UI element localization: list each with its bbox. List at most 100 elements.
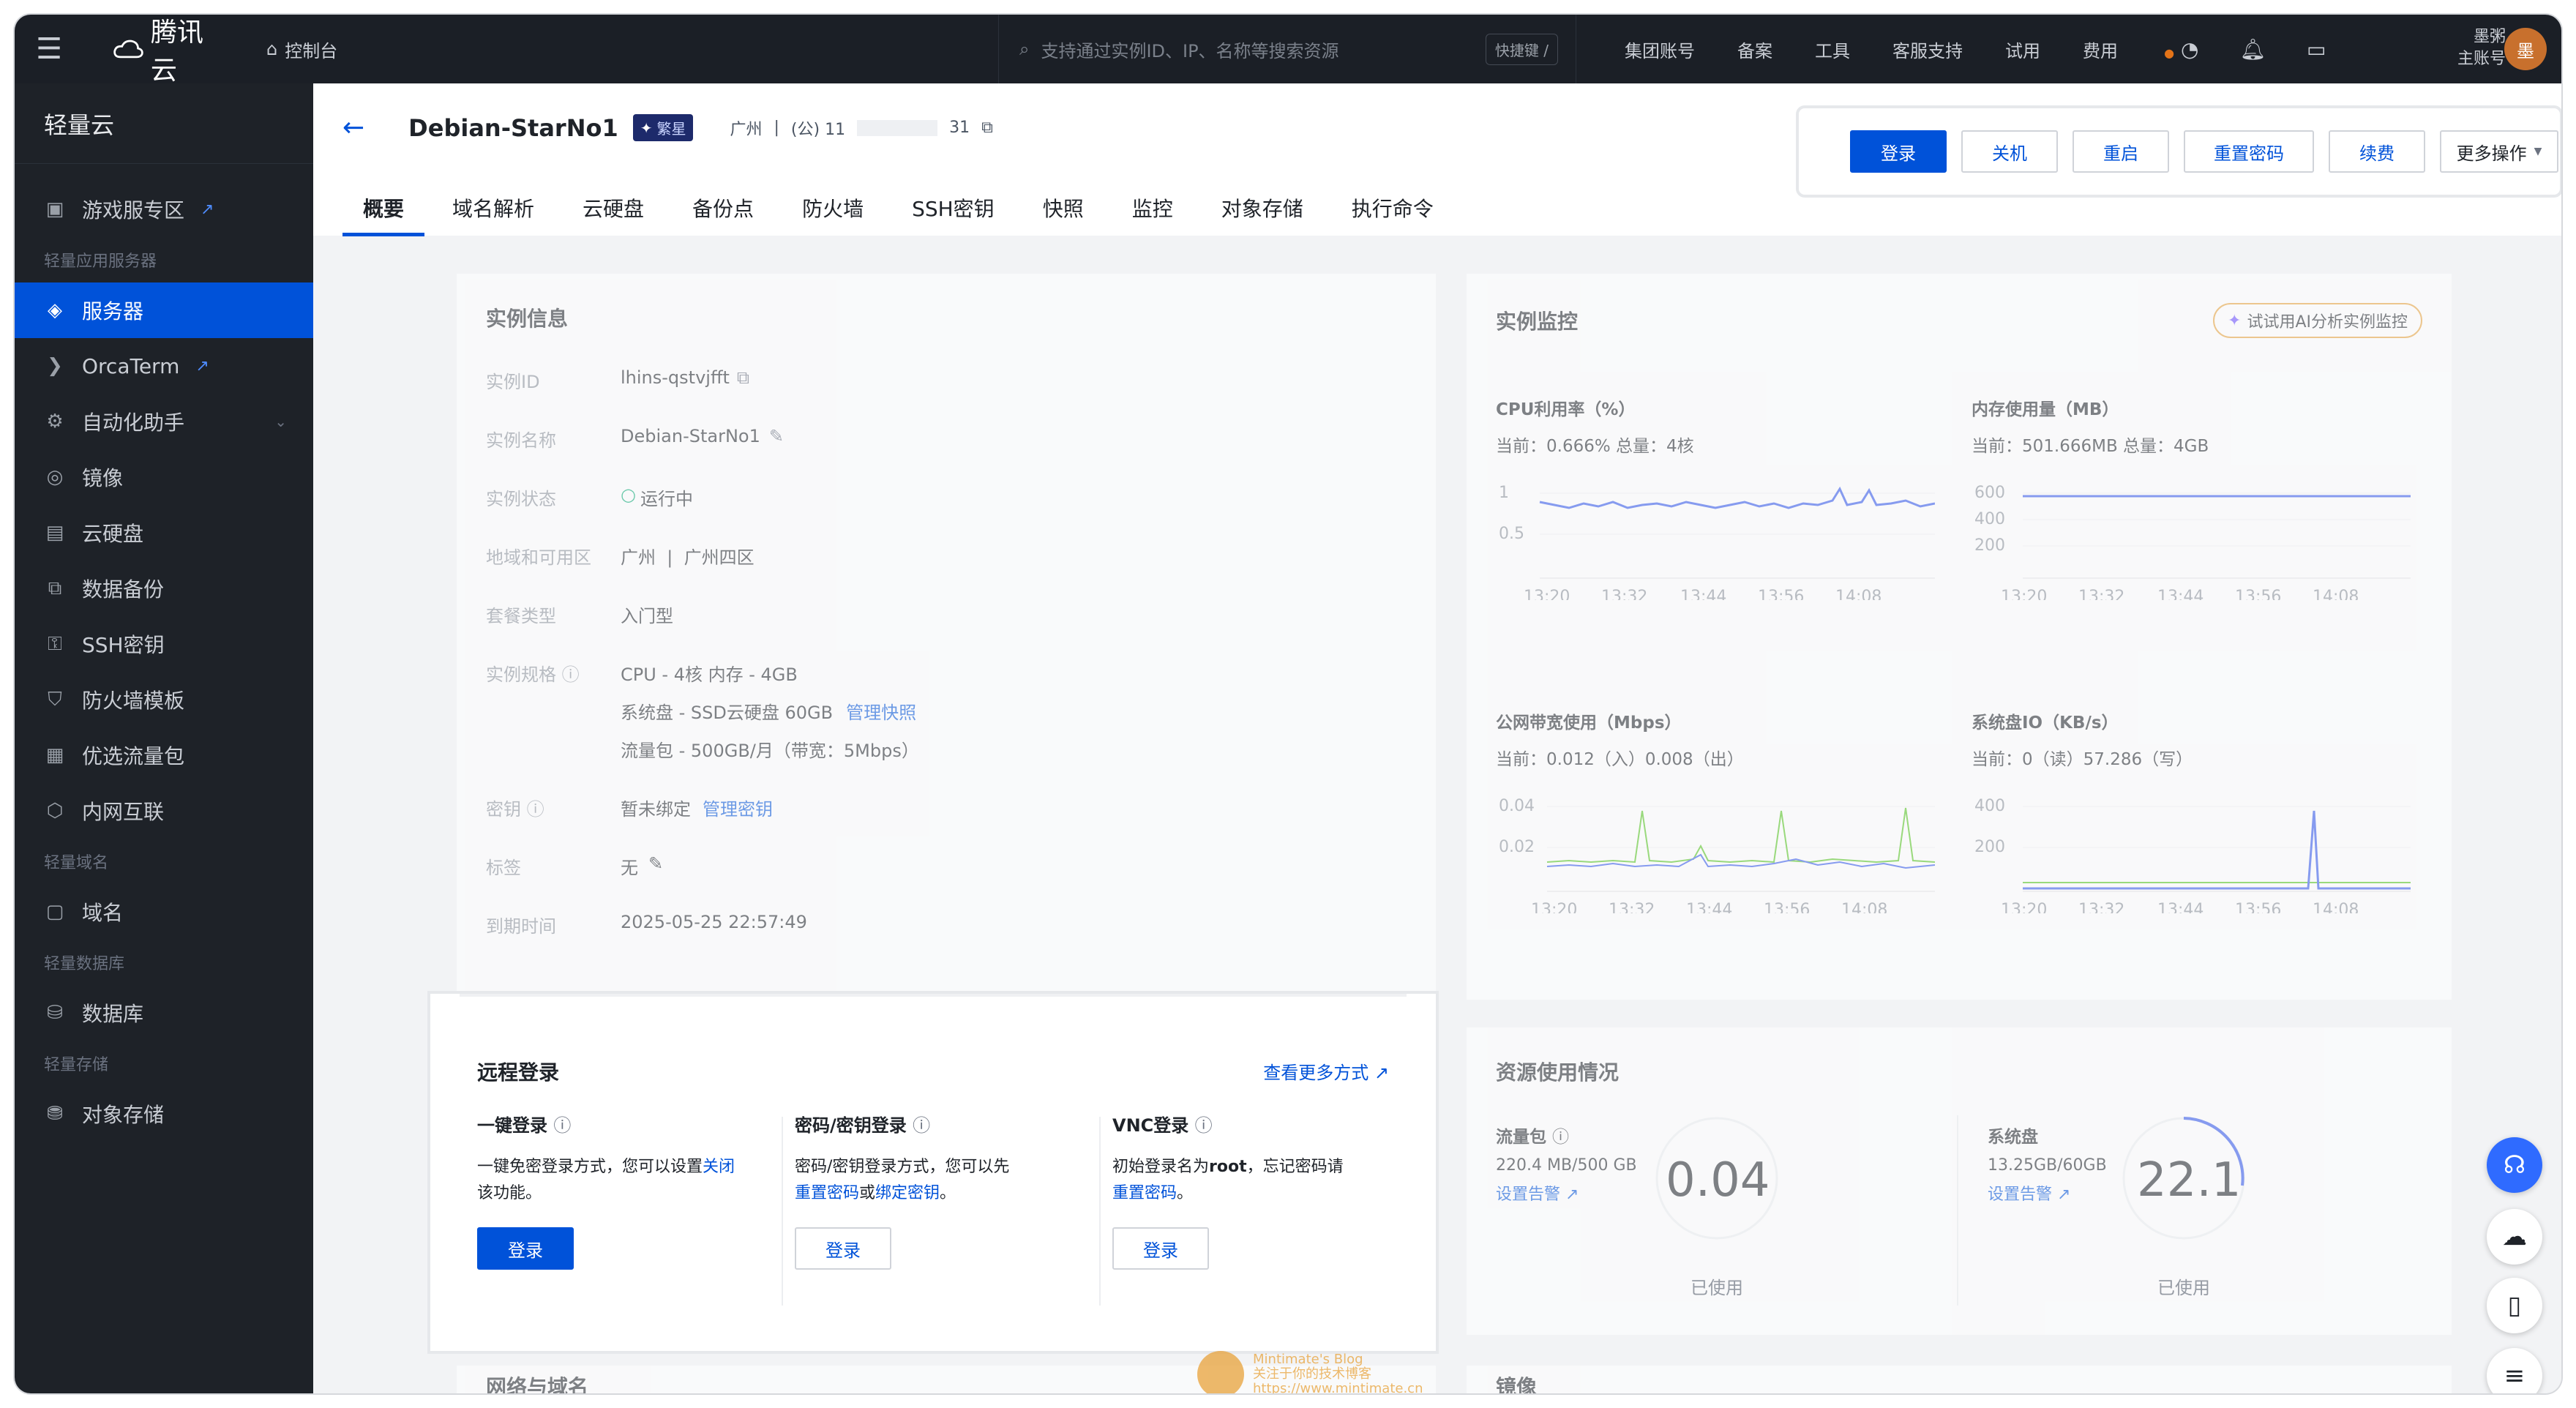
console-label: 控制台 xyxy=(285,40,338,61)
close-feature-link[interactable]: 关闭 xyxy=(703,1158,735,1176)
desc-text: 初始登录名为 xyxy=(1112,1158,1210,1176)
manage-key-link[interactable]: 管理密钥 xyxy=(703,795,773,820)
more-login-ways-link[interactable]: 查看更多方式 ↗ xyxy=(1263,1058,1389,1084)
cloud-sync-icon[interactable]: ☁ xyxy=(2487,1209,2542,1265)
vnc-login-button[interactable]: 登录 xyxy=(1112,1227,1209,1270)
traffic-alert-link[interactable]: 设置告警 ↗ xyxy=(1496,1181,1579,1205)
info-icon[interactable]: ⓘ xyxy=(553,1115,571,1136)
user-info[interactable]: 墨粥 主账号 xyxy=(2457,26,2506,70)
edit-icon[interactable]: ✎ xyxy=(648,853,663,879)
sidebar-item-automation[interactable]: ⚙ 自动化助手 ⌄ xyxy=(15,394,313,449)
copy-icon[interactable]: ⧉ xyxy=(737,367,749,393)
sidebar-item-game-zone[interactable]: ▣ 游戏服专区 ↗ xyxy=(15,181,313,237)
avatar[interactable]: 墨 xyxy=(2504,28,2547,70)
one-click-login-button[interactable]: 登录 xyxy=(477,1227,574,1270)
info-label: 实例ID xyxy=(486,372,540,392)
more-ways-label: 查看更多方式 xyxy=(1263,1063,1369,1083)
tab-backup[interactable]: 备份点 xyxy=(672,193,774,236)
restart-button[interactable]: 重启 xyxy=(2073,130,2169,173)
tab-monitor[interactable]: 监控 xyxy=(1112,193,1194,236)
docs-book-icon[interactable]: ▯ xyxy=(2487,1278,2542,1333)
customer-service-icon[interactable]: ☊ xyxy=(2487,1137,2542,1193)
sidebar-item-orcaterm[interactable]: ❯ OrcaTerm ↗ xyxy=(15,338,313,394)
console-link[interactable]: ⌂ 控制台 xyxy=(266,37,413,62)
reset-password-button[interactable]: 重置密码 xyxy=(2184,130,2314,173)
password-login-button[interactable]: 登录 xyxy=(795,1227,891,1270)
link-group-account[interactable]: 集团账号 xyxy=(1625,37,1695,62)
hamburger-menu-icon[interactable]: ☰ xyxy=(15,15,83,83)
brand-logo[interactable]: 腾讯云 xyxy=(113,15,222,87)
gamepad-icon: ▣ xyxy=(45,198,64,220)
robot-icon: ⚙ xyxy=(46,411,64,432)
cpu-ytick: 1 xyxy=(1499,484,1509,502)
tab-object-storage[interactable]: 对象存储 xyxy=(1201,193,1324,236)
x-tick: 13:56 xyxy=(2235,588,2281,600)
domain-icon: ▢ xyxy=(45,901,64,923)
brand-name: 腾讯云 xyxy=(150,18,203,86)
info-row-name: 实例名称 Debian-StarNo1 ✎ xyxy=(486,426,784,452)
sidebar-item-object-storage[interactable]: ⛃ 对象存储 xyxy=(15,1086,313,1142)
sidebar-group-domain: 轻量域名 xyxy=(44,854,109,872)
reset-password-link[interactable]: 重置密码 xyxy=(1112,1184,1177,1202)
net-chart-title: 公网带宽使用（Mbps） xyxy=(1496,714,1682,733)
info-icon[interactable]: ⓘ xyxy=(1195,1115,1213,1136)
tab-exec-command[interactable]: 执行命令 xyxy=(1331,193,1454,236)
link-support[interactable]: 客服支持 xyxy=(1892,37,1963,62)
info-icon[interactable]: ⓘ xyxy=(527,799,544,820)
theme-icon[interactable]: ◔ xyxy=(2181,37,2198,61)
sidebar-item-backup[interactable]: ⧉ 数据备份 xyxy=(15,561,313,616)
info-label: 地域和可用区 xyxy=(486,547,591,568)
copy-icon[interactable]: ⧉ xyxy=(981,119,993,137)
list-menu-icon[interactable]: ≡ xyxy=(2487,1348,2542,1393)
reset-password-link[interactable]: 重置密码 xyxy=(795,1184,859,1202)
sidebar-item-ssh-key[interactable]: ⚿ SSH密钥 xyxy=(15,616,313,672)
bind-key-link[interactable]: 绑定密钥 xyxy=(875,1184,940,1202)
edit-icon[interactable]: ✎ xyxy=(769,426,784,452)
sidebar-item-database[interactable]: ⛁ 数据库 xyxy=(15,985,313,1041)
info-row-tags: 标签 无 ✎ xyxy=(486,853,663,879)
ai-analyze-button[interactable]: ✦ 试试用AI分析实例监控 xyxy=(2213,303,2422,338)
info-label: 密钥 ⓘ xyxy=(486,795,621,820)
traffic-percent: 0.04 xyxy=(1666,1153,1770,1207)
renew-button[interactable]: 续费 xyxy=(2329,130,2425,173)
instance-info-title: 实例信息 xyxy=(486,307,569,331)
tab-dns[interactable]: 域名解析 xyxy=(432,193,555,236)
info-icon[interactable]: ⓘ xyxy=(1552,1128,1569,1147)
link-beian[interactable]: 备案 xyxy=(1737,37,1772,62)
info-icon[interactable]: ⓘ xyxy=(562,664,580,685)
info-value: 2025-05-25 22:57:49 xyxy=(621,912,807,932)
sidebar-item-intranet[interactable]: ⬡ 内网互联 xyxy=(15,783,313,839)
disk-alert-link[interactable]: 设置告警 ↗ xyxy=(1988,1181,2070,1205)
sidebar-item-image[interactable]: ◎ 镜像 xyxy=(15,449,313,505)
sidebar-item-domain[interactable]: ▢ 域名 xyxy=(15,884,313,940)
link-tools[interactable]: 工具 xyxy=(1815,37,1850,62)
sidebar-item-traffic[interactable]: ▦ 优选流量包 xyxy=(15,727,313,783)
tab-ssh-key[interactable]: SSH密钥 xyxy=(891,193,1015,236)
root-username: root xyxy=(1209,1158,1247,1176)
remote-login-title: 远程登录 xyxy=(477,1060,560,1085)
info-label: 实例规格 ⓘ xyxy=(486,660,621,686)
global-search[interactable]: ⌕ 支持通过实例ID、IP、名称等搜索资源 快捷键 / xyxy=(998,15,1576,83)
sidebar-item-server[interactable]: ◈ 服务器 xyxy=(15,282,313,338)
login-button[interactable]: 登录 xyxy=(1850,130,1947,173)
sidebar-item-disk[interactable]: ▤ 云硬盘 xyxy=(15,505,313,561)
info-icon[interactable]: ⓘ xyxy=(913,1115,930,1136)
desc-text: 。 xyxy=(940,1184,956,1202)
tab-disk[interactable]: 云硬盘 xyxy=(562,193,664,236)
bell-icon[interactable]: 🔔︎ xyxy=(2239,37,2266,61)
password-login-section: 密码/密钥登录 ⓘ 密码/密钥登录方式，您可以先 重置密码或绑定密钥。 登录 xyxy=(795,1111,1087,1270)
sidebar-item-firewall[interactable]: ⛉ 防火墙模板 xyxy=(15,672,313,727)
link-trial[interactable]: 试用 xyxy=(2005,37,2040,62)
shutdown-button[interactable]: 关机 xyxy=(1961,130,2058,173)
x-tick: 13:56 xyxy=(2235,901,2281,913)
tab-firewall[interactable]: 防火墙 xyxy=(782,193,884,236)
info-row-plan: 套餐类型 入门型 xyxy=(486,602,673,627)
cart-icon[interactable]: ▭ xyxy=(2307,37,2326,61)
tab-snapshot[interactable]: 快照 xyxy=(1022,193,1104,236)
network-icon: ⬡ xyxy=(46,800,64,822)
manage-snapshot-link[interactable]: 管理快照 xyxy=(846,698,916,724)
back-arrow-icon[interactable]: ← xyxy=(342,113,364,143)
x-tick: 14:08 xyxy=(2313,901,2359,913)
tab-overview[interactable]: 概要 xyxy=(342,193,425,236)
more-actions-dropdown[interactable]: 更多操作 ▼ xyxy=(2440,130,2558,173)
